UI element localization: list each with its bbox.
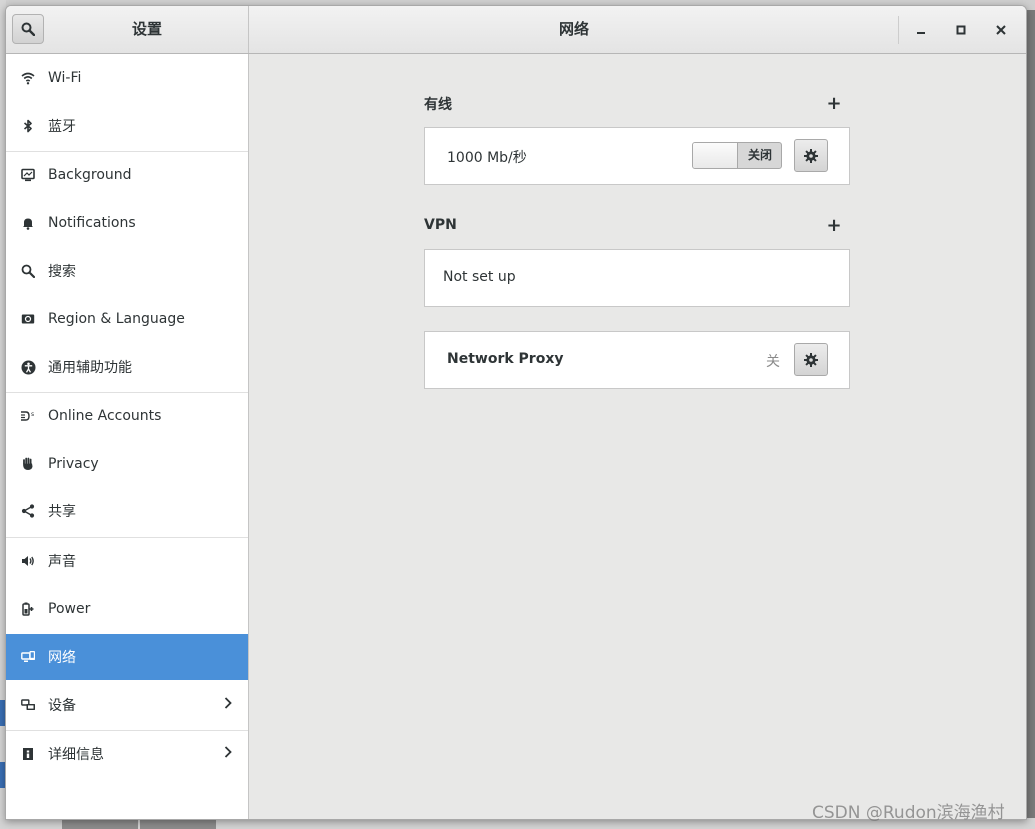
hand-icon [20, 456, 36, 472]
sidebar-item-label: Region & Language [48, 311, 185, 327]
chevron-right-icon [224, 746, 232, 762]
watermark: CSDN @Rudon滨海渔村 [812, 803, 1005, 823]
sidebar-item-label: 通用辅助功能 [48, 360, 132, 376]
network-proxy-status: 关 [766, 354, 780, 370]
sidebar-item-label: 详细信息 [48, 747, 104, 763]
network-proxy-card[interactable]: Network Proxy 关 [424, 331, 850, 389]
sidebar-item-label: 声音 [48, 554, 76, 570]
panel-title: 网络 [558, 20, 589, 38]
add-vpn-button[interactable]: + [826, 217, 842, 235]
background-icon [20, 167, 36, 183]
sidebar-item-sound[interactable]: 声音 [6, 538, 248, 584]
wired-toggle-switch[interactable]: 关闭 [692, 142, 782, 169]
sidebar-item-background[interactable]: Background [6, 152, 248, 198]
chevron-right-icon [224, 697, 232, 713]
sidebar-item-label: 网络 [48, 650, 76, 666]
svg-text:s: s [31, 411, 34, 418]
region-icon [20, 311, 36, 327]
close-icon [996, 25, 1006, 35]
sidebar-item-accessibility[interactable]: 通用辅助功能 [6, 344, 248, 390]
gear-icon [804, 352, 818, 367]
sidebar-item-bluetooth[interactable]: 蓝牙 [6, 103, 248, 149]
sidebar-item-power[interactable]: Power [6, 586, 248, 632]
vpn-card: Not set up [424, 249, 850, 307]
sidebar-item-label: Online Accounts [48, 408, 162, 424]
sidebar-item-label: 设备 [48, 698, 76, 714]
sidebar-item-label: 共享 [48, 504, 76, 520]
toggle-knob [693, 143, 738, 168]
sidebar-title: 设置 [131, 20, 162, 38]
sidebar-item-sharing[interactable]: 共享 [6, 488, 248, 534]
gear-icon [804, 148, 818, 163]
sidebar-item-wifi[interactable]: Wi-Fi [6, 55, 248, 101]
sidebar-item-label: Power [48, 601, 91, 617]
search-button[interactable] [12, 14, 44, 44]
search-icon [21, 22, 35, 36]
sidebar-item-devices[interactable]: 设备 [6, 682, 248, 728]
sidebar-item-label: 搜索 [48, 264, 76, 280]
sidebar-item-label: Wi-Fi [48, 70, 82, 86]
minimize-icon [917, 32, 925, 34]
network-panel: 有线 + 1000 Mb/秒 关闭 VPN + Not set up Netwo… [249, 54, 1026, 819]
sidebar-item-label: Notifications [48, 215, 136, 231]
wired-section-title: 有线 [424, 97, 452, 113]
search-icon [20, 263, 36, 279]
details-icon [20, 746, 36, 762]
speaker-icon [20, 553, 36, 569]
maximize-icon [956, 25, 966, 35]
network-icon [20, 649, 36, 665]
sidebar-item-details[interactable]: 详细信息 [6, 731, 248, 777]
sidebar-item-label: Background [48, 167, 132, 183]
minimize-button[interactable] [906, 15, 936, 45]
settings-window: 设置 网络 Wi-Fi 蓝牙 Background Notifications … [5, 5, 1027, 820]
sidebar-item-label: 蓝牙 [48, 119, 76, 135]
proxy-settings-button[interactable] [794, 343, 828, 376]
power-icon [20, 601, 36, 617]
wired-settings-button[interactable] [794, 139, 828, 172]
wired-connection-card: 1000 Mb/秒 关闭 [424, 127, 850, 185]
sidebar-item-region-language[interactable]: Region & Language [6, 296, 248, 342]
online-accounts-icon: s [20, 408, 36, 424]
bluetooth-icon [20, 118, 36, 134]
close-button[interactable] [986, 15, 1016, 45]
sidebar-item-search[interactable]: 搜索 [6, 248, 248, 294]
vpn-section-title: VPN [424, 217, 457, 233]
accessibility-icon [20, 359, 36, 375]
header-bar: 设置 网络 [6, 6, 1026, 54]
share-icon [20, 503, 36, 519]
header-separator [898, 16, 899, 44]
sidebar: Wi-Fi 蓝牙 Background Notifications 搜索 Reg… [6, 54, 249, 819]
network-proxy-label: Network Proxy [447, 351, 564, 367]
sidebar-item-privacy[interactable]: Privacy [6, 441, 248, 487]
sidebar-item-notifications[interactable]: Notifications [6, 200, 248, 246]
sidebar-item-network[interactable]: 网络 [6, 634, 248, 680]
sidebar-item-label: Privacy [48, 456, 99, 472]
wired-connection-label: 1000 Mb/秒 [447, 150, 527, 166]
vpn-status: Not set up [443, 269, 516, 285]
wifi-icon [20, 70, 36, 86]
bell-icon [20, 215, 36, 231]
devices-icon [20, 697, 36, 713]
sidebar-item-online-accounts[interactable]: s Online Accounts [6, 393, 248, 439]
maximize-button[interactable] [946, 15, 976, 45]
toggle-state-label: 关闭 [747, 148, 772, 162]
add-wired-button[interactable]: + [826, 95, 842, 113]
sidebar-header: 设置 [6, 6, 249, 53]
